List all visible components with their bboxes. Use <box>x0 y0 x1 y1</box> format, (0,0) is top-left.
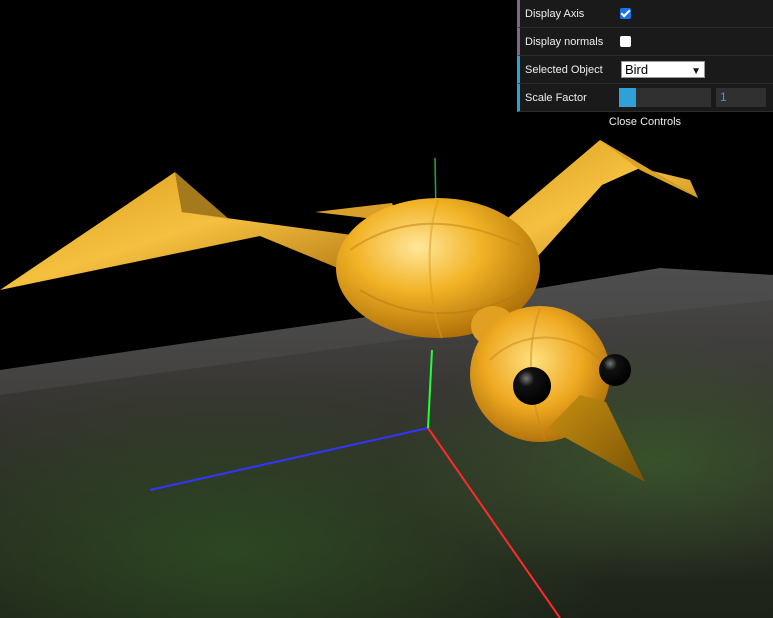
scale-factor-slider-fill <box>619 88 636 107</box>
display-axis-checkbox[interactable] <box>620 8 631 19</box>
display-normals-label: Display normals <box>525 35 604 48</box>
selected-object-label: Selected Object <box>525 63 603 76</box>
selected-object-value: Bird <box>625 62 649 77</box>
scale-factor-input[interactable]: 1 <box>716 88 766 107</box>
controls-panel: Display Axis Display normals Selected Ob… <box>517 0 773 132</box>
right-eye <box>599 354 631 386</box>
left-eye <box>513 367 551 405</box>
display-axis-row[interactable]: Display Axis <box>517 0 773 28</box>
display-normals-row[interactable]: Display normals <box>517 28 773 56</box>
scale-factor-slider[interactable] <box>619 88 711 107</box>
display-normals-checkbox[interactable] <box>620 36 631 47</box>
scale-factor-label: Scale Factor <box>525 91 587 104</box>
chevron-down-icon: ▼ <box>691 66 701 77</box>
selected-object-dropdown[interactable]: Bird ▼ <box>621 61 705 78</box>
display-axis-label: Display Axis <box>525 7 585 20</box>
scale-factor-row[interactable]: Scale Factor 1 <box>517 84 773 112</box>
selected-object-row[interactable]: Selected Object Bird ▼ <box>517 56 773 84</box>
close-controls-button[interactable]: Close Controls <box>517 112 773 132</box>
